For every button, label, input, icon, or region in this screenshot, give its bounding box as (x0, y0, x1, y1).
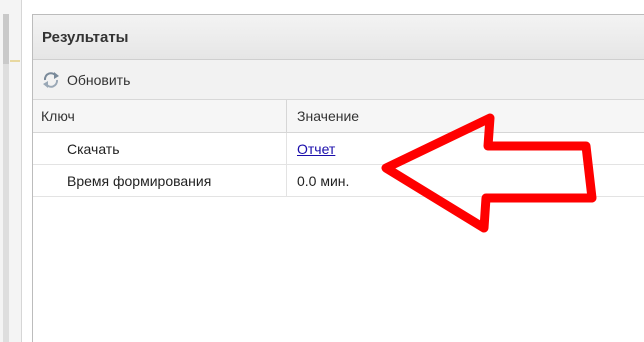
row-key-download: Скачать (33, 133, 287, 164)
refresh-button-label: Обновить (67, 71, 131, 88)
toolbar: Обновить (33, 60, 644, 100)
scrollbar-track (3, 14, 9, 64)
divider (10, 60, 20, 62)
row-key-generation-time: Время формирования (33, 165, 287, 196)
red-arrow-annotation (381, 113, 597, 233)
adjacent-panel-edge (0, 0, 22, 342)
page: Результаты Обновить Ключ Значение Скачат… (0, 0, 644, 342)
refresh-icon (41, 71, 61, 89)
scrollbar-track-lower (3, 64, 9, 342)
report-link[interactable]: Отчет (297, 141, 335, 157)
column-header-key[interactable]: Ключ (33, 100, 287, 132)
refresh-button[interactable]: Обновить (41, 71, 130, 89)
splitter[interactable] (22, 0, 32, 342)
panel-title: Результаты (42, 28, 129, 46)
panel-header: Результаты (33, 15, 644, 60)
